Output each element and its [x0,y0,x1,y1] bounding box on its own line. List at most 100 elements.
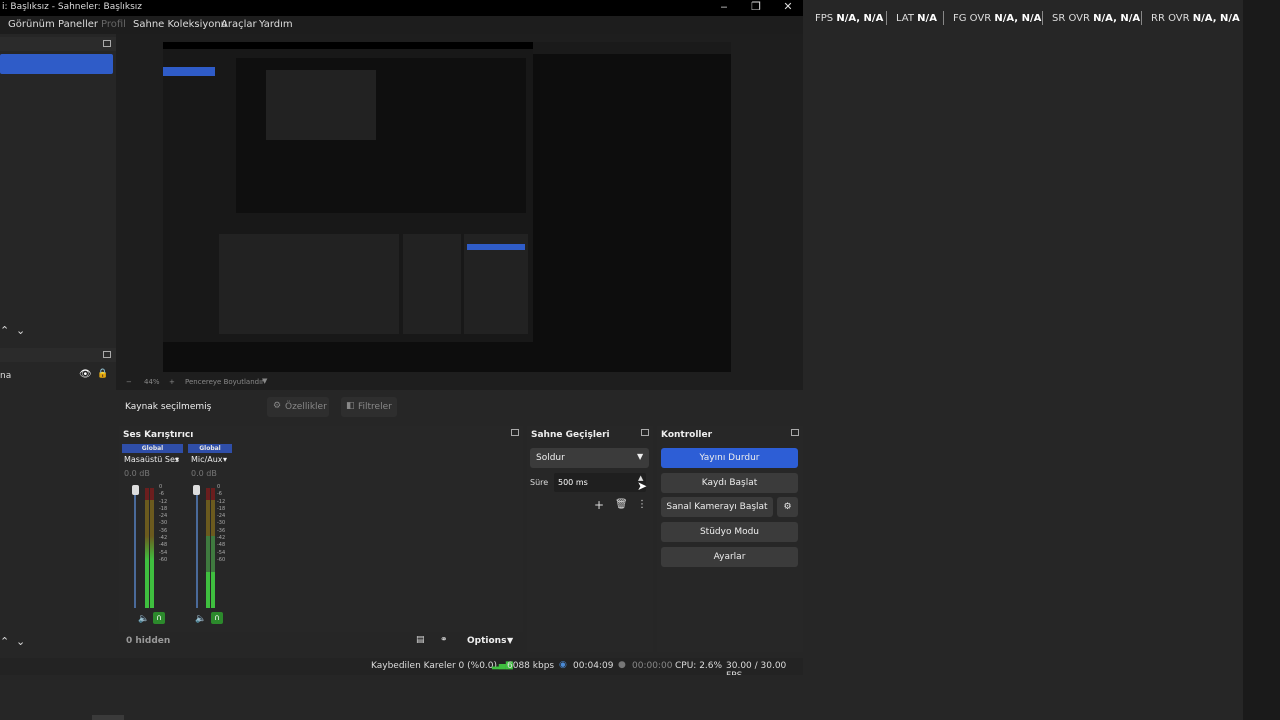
scale-tick: -36 [159,527,168,534]
menu-scene-collection[interactable]: Sahne Koleksiyonu [133,19,227,30]
zoom-out-icon[interactable]: − [126,378,132,386]
stat-label: FG OVR [953,13,992,24]
scale-tick: -54 [159,549,168,556]
dock-float-icon[interactable] [641,429,649,436]
nested-stop-button [467,244,525,250]
duration-spinbox[interactable]: 500 ms ▲ [554,473,646,492]
scale-tick: -60 [217,556,226,563]
scenes-dock-header [0,37,116,51]
stream-time: 00:04:09 [573,661,614,671]
scale-tick: -36 [217,527,226,534]
fit-to-window-label[interactable]: Pencereye Boyutlandır [185,378,264,386]
start-virtual-camera-button[interactable]: Sanal Kamerayı Başlat [661,497,773,517]
settings-button[interactable]: Ayarlar [661,547,798,567]
menu-view[interactable]: Görünüm [8,19,55,30]
headphones-icon[interactable]: ∩ [153,612,165,624]
link-icon[interactable]: ⚭ [440,635,448,645]
minimize-button[interactable]: ‒ [709,0,739,16]
scenes-dock: ⌃ ⌄ [0,34,116,337]
zoom-in-icon[interactable]: + [169,378,175,386]
maximize-button[interactable]: ❐ [741,0,771,16]
sr-stat: SR OVR N/A, N/A [1052,13,1140,24]
scale-tick: -48 [217,542,226,549]
recording-icon: ● [618,660,626,670]
right-pane [803,0,1280,720]
chevron-down-icon[interactable]: ▼ [262,377,267,385]
scrollbar-thumb[interactable] [92,715,124,720]
lock-icon[interactable]: 🔒 [97,369,108,379]
window-titlebar: i: Başlıksız - Sahneler: Başlıksız ‒ ❐ ✕ [0,0,803,16]
audio-mixer-dock: Ses Karıştırıcı Global Masaüstü Ses ▾ 0.… [119,426,523,652]
gear-icon[interactable]: ⚙ [777,497,798,517]
source-move-up-icon[interactable]: ⌃ [0,635,9,648]
transition-select[interactable]: Soldur ▼ [530,448,649,468]
properties-button[interactable]: ⚙ Özellikler [267,397,329,417]
options-button[interactable]: Options [467,636,506,646]
volume-slider-knob[interactable] [193,485,200,495]
dock-float-icon[interactable] [103,351,111,358]
menu-help[interactable]: Yardım [259,19,293,30]
level-meter-left [145,488,149,608]
nested-stats [533,42,731,54]
channel-global-badge: Global [122,444,183,453]
channel-name[interactable]: Masaüstü Ses [124,455,179,464]
channel-db: 0.0 dB [124,469,150,478]
record-time: 00:00:00 [632,661,673,671]
chevron-down-icon[interactable]: ▾ [175,455,179,464]
lat-stat: LAT N/A [896,13,937,24]
filters-button[interactable]: ◧ Filtreler [341,397,397,417]
more-icon[interactable]: ⋮ [637,499,647,510]
mixer-footer: 0 hidden ▤ ⚭ Options ▼ [119,632,523,652]
duration-value[interactable]: 500 ms [558,478,588,487]
speaker-icon[interactable]: 🔈 [138,614,149,624]
studio-mode-button[interactable]: Stüdyo Modu [661,522,798,542]
nested-preview [236,58,526,213]
context-bar: Kaynak seçilmemiş ⚙ Özellikler ◧ Filtrel… [116,394,803,421]
transition-selected-value: Soldur [536,453,565,463]
close-button[interactable]: ✕ [773,0,803,16]
controls-title: Kontroller [661,430,713,440]
stop-streaming-button[interactable]: Yayını Durdur [661,448,798,468]
source-move-down-icon[interactable]: ⌄ [16,635,25,648]
chevron-down-icon[interactable]: ▾ [223,455,227,464]
scale-tick: -48 [159,542,168,549]
menu-tools[interactable]: Araçlar [221,19,257,30]
headphones-icon[interactable]: ∩ [211,612,223,624]
fps-stat: FPS N/A, N/A [815,13,883,24]
controls-dock: Kontroller Yayını Durdur Kaydı Başlat Sa… [657,426,803,652]
start-recording-button[interactable]: Kaydı Başlat [661,473,798,493]
channel-name[interactable]: Mic/Aux [191,455,223,464]
stat-separator [1042,11,1043,25]
preview-canvas[interactable] [163,42,731,372]
volume-slider-track[interactable] [134,488,136,608]
scale-tick: 0 [159,484,163,490]
menu-docks[interactable]: Paneller [58,19,98,30]
meter-scale: 0 -6 -12 -18 -24 -30 -36 -42 -48 -54 -60 [217,484,225,564]
sources-dock-header [0,348,116,362]
level-meter-right [211,488,215,608]
scene-list-item-selected[interactable] [0,54,113,74]
level-meter-right [150,488,154,608]
scale-tick: 0 [217,484,221,490]
scale-tick: -12 [159,498,168,505]
stat-label: FPS [815,13,834,24]
add-transition-icon[interactable]: + [594,498,604,512]
bitrate: 6088 kbps [507,661,555,671]
source-item-label[interactable]: na [0,371,11,381]
dock-float-icon[interactable] [511,429,519,436]
chevron-down-icon[interactable]: ▼ [507,636,513,645]
menu-profile[interactable]: Profil [101,19,126,30]
eye-icon[interactable]: 👁 [79,369,92,380]
volume-slider-track[interactable] [196,488,198,608]
speaker-icon[interactable]: 🔈 [195,614,206,624]
scene-move-down-icon[interactable]: ⌄ [16,324,25,337]
trash-icon[interactable]: 🗑 [615,499,628,510]
scene-move-up-icon[interactable]: ⌃ [0,324,9,337]
volume-slider-knob[interactable] [132,485,139,495]
scale-tick: -54 [217,549,226,556]
dock-float-icon[interactable] [103,40,111,47]
scene-transitions-dock: Sahne Geçişleri Soldur ▼ Süre 500 ms ▲ +… [527,426,653,652]
nested-transitions [403,234,461,334]
mixer-layout-icon[interactable]: ▤ [416,635,425,645]
dock-float-icon[interactable] [791,429,799,436]
